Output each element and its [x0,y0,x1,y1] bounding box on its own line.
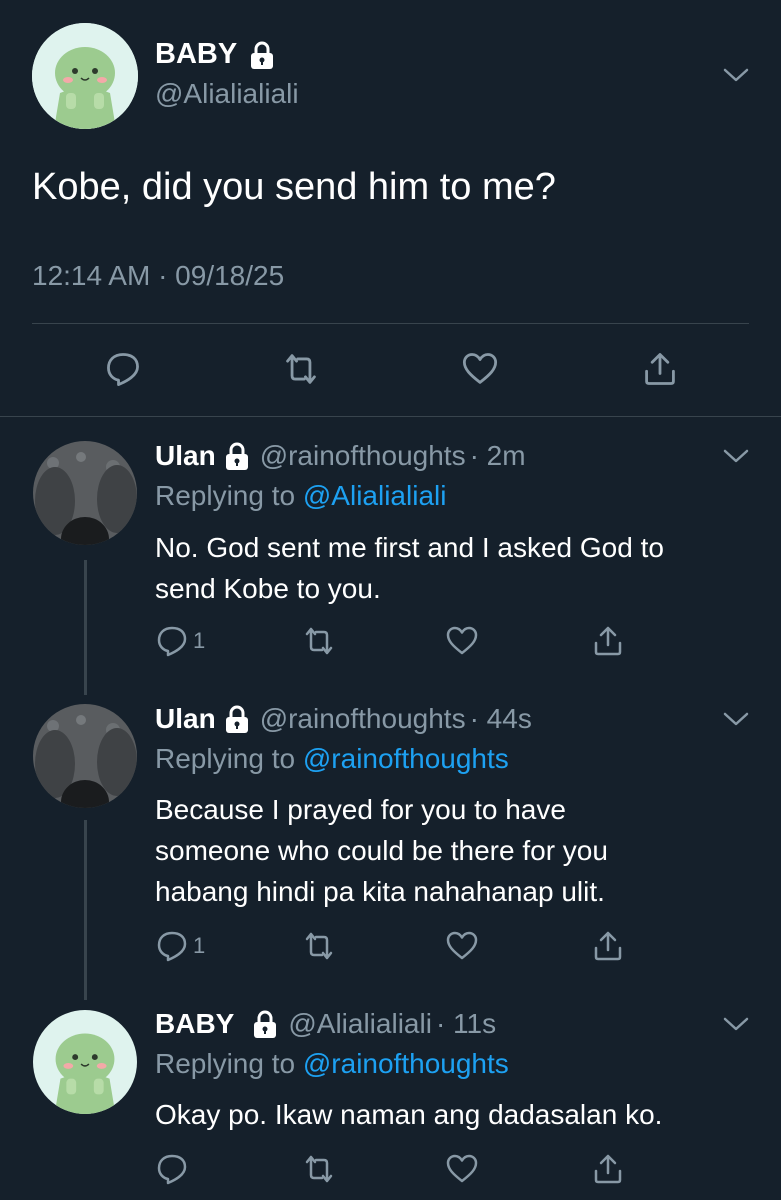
retweet-icon[interactable] [302,929,336,963]
avatar-image [33,441,137,545]
avatar[interactable] [33,704,137,808]
reply-text-line: send Kobe to you. [155,573,381,604]
reply-icon [155,624,189,658]
reply-count: 1 [193,933,206,958]
reply-count: 1 [193,628,206,653]
lock-icon [252,1009,278,1039]
reply-time[interactable]: · 11s [436,1008,496,1040]
share-icon[interactable] [591,1152,625,1186]
avatar-image [33,1010,137,1114]
avatar-image [32,23,138,129]
reply-header: Ulan @rainofthoughts · 2m [155,440,526,472]
author-handle[interactable]: @rainofthoughts [260,440,466,472]
author-name[interactable]: Ulan [155,703,216,735]
chevron-down-icon[interactable] [723,711,749,727]
replying-label: Replying to [155,743,296,774]
replying-label: Replying to [155,1048,296,1079]
reply-text: Okay po. Ikaw naman ang dadasalan ko. [155,1094,755,1135]
author-handle[interactable]: @Alialialiali [288,1008,432,1040]
reply-header: Ulan @rainofthoughts · 44s [155,703,532,735]
share-icon[interactable] [591,929,625,963]
replying-label: Replying to [155,480,296,511]
chevron-down-icon[interactable] [723,448,749,464]
avatar[interactable] [32,23,138,129]
thread-line [84,560,87,695]
replying-to: Replying to @rainofthoughts [155,743,509,775]
replying-handle-link[interactable]: @rainofthoughts [303,743,509,774]
author-handle[interactable]: @rainofthoughts [260,703,466,735]
like-icon[interactable] [445,1152,479,1186]
reply-icon[interactable] [104,350,142,388]
divider [0,416,781,417]
chevron-down-icon[interactable] [723,67,749,83]
avatar-image [33,704,137,808]
reply-text-line: Okay po. Ikaw naman ang dadasalan ko. [155,1099,663,1130]
author-name-row[interactable]: BABY [155,38,275,71]
replying-to: Replying to @Alialialiali [155,480,446,512]
reply-text-line: someone who could be there for you [155,835,608,866]
retweet-icon[interactable] [302,624,336,658]
lock-icon [224,704,250,734]
avatar[interactable] [33,1010,137,1114]
reply-time[interactable]: · 2m [470,440,526,472]
like-icon[interactable] [461,350,499,388]
thread-line [84,820,87,1000]
reply-time[interactable]: · 44s [470,703,532,735]
chevron-down-icon[interactable] [723,1016,749,1032]
divider [32,323,749,324]
replying-handle-link[interactable]: @rainofthoughts [303,1048,509,1079]
replying-to: Replying to @rainofthoughts [155,1048,509,1080]
reply-text-line: No. God sent me first and I asked God to [155,532,664,563]
retweet-icon[interactable] [302,1152,336,1186]
share-icon[interactable] [641,350,679,388]
like-icon[interactable] [445,624,479,658]
reply-text-line: habang hindi pa kita nahahanap ulit. [155,876,605,907]
author-name[interactable]: BABY [155,38,237,71]
reply-button[interactable] [155,1152,193,1186]
like-icon[interactable] [445,929,479,963]
retweet-icon[interactable] [282,350,320,388]
replying-handle-link[interactable]: @Alialialiali [303,480,447,511]
reply-header: BABY @Alialialiali · 11s [155,1008,496,1040]
reply-text: No. God sent me first and I asked God to… [155,527,755,609]
share-icon[interactable] [591,624,625,658]
author-name[interactable]: BABY [155,1008,234,1040]
author-handle[interactable]: @Alialialiali [155,78,299,110]
author-name[interactable]: Ulan [155,440,216,472]
tweet-timestamp[interactable]: 12:14 AM · 09/18/25 [32,260,284,292]
lock-icon [249,40,275,70]
reply-text-line: Because I prayed for you to have [155,794,566,825]
lock-icon [224,441,250,471]
reply-text: Because I prayed for you to have someone… [155,789,755,912]
avatar[interactable] [33,441,137,545]
reply-icon [155,1152,189,1186]
reply-button[interactable]: 1 [155,624,205,658]
reply-icon [155,929,189,963]
tweet-text: Kobe, did you send him to me? [32,166,556,208]
reply-button[interactable]: 1 [155,929,205,963]
